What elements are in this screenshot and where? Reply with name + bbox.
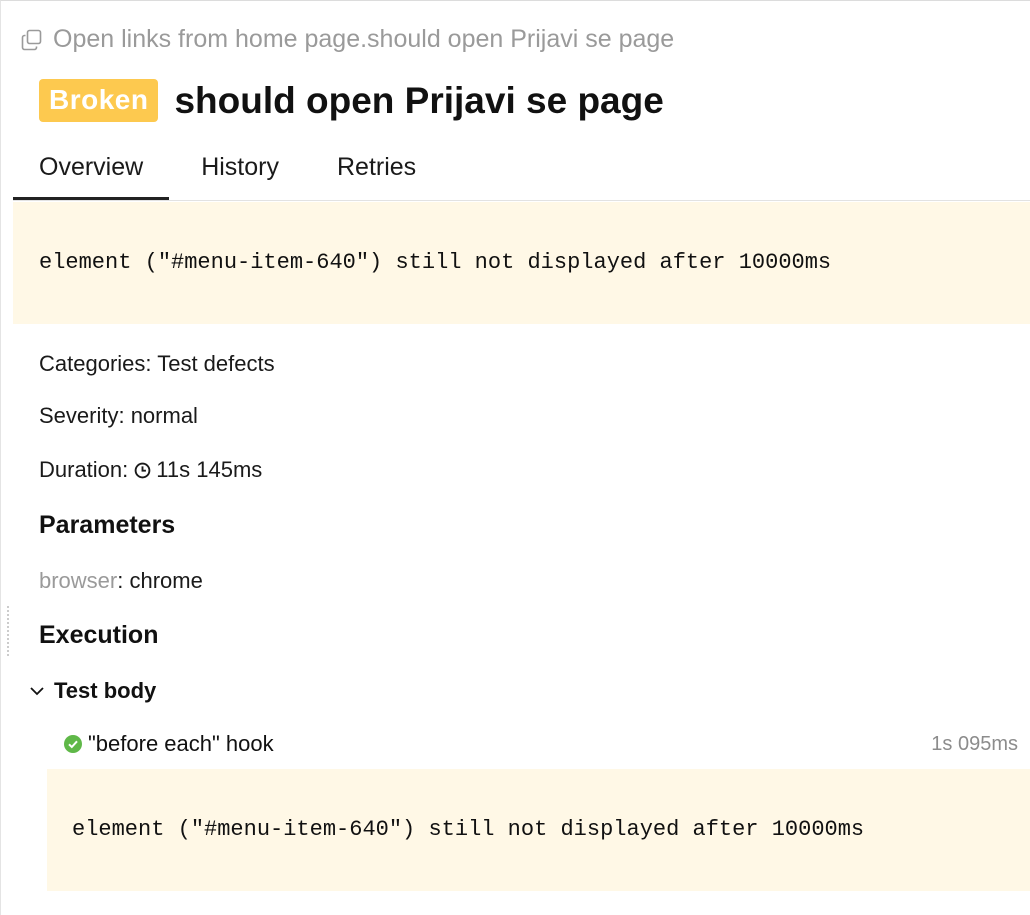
status-badge: Broken — [39, 79, 159, 122]
check-circle-icon — [64, 735, 82, 753]
step-error-message-text: element ("#menu-item-640") still not dis… — [72, 817, 865, 842]
step-name[interactable]: "before each" hook — [88, 731, 274, 757]
duration-value: 11s 145ms — [156, 457, 263, 482]
clock-icon — [134, 462, 151, 478]
tab-history[interactable]: History — [169, 137, 307, 200]
severity-line: Severity: normal — [39, 403, 198, 429]
error-message-box: element ("#menu-item-640") still not dis… — [13, 202, 1030, 324]
duration-line: Duration: 11s 145ms — [39, 457, 262, 483]
test-result-pane: Open links from home page.should open Pr… — [0, 0, 1030, 915]
parameter-row: browser: chrome — [39, 568, 203, 594]
parameters-heading: Parameters — [39, 511, 176, 539]
execution-heading: Execution — [39, 621, 159, 649]
breadcrumb-text[interactable]: Open links from home page.should open Pr… — [53, 25, 674, 54]
parameter-name: browser — [39, 568, 118, 593]
chevron-down-icon[interactable] — [29, 683, 45, 699]
pane-resize-handle[interactable] — [7, 605, 9, 657]
test-title-row: Broken should open Prijavi se page — [39, 79, 664, 122]
breadcrumb[interactable]: Open links from home page.should open Pr… — [21, 25, 674, 54]
tab-overview[interactable]: Overview — [13, 137, 170, 200]
categories-line: Categories: Test defects — [39, 351, 275, 377]
step-duration: 1s 095ms — [931, 732, 1018, 755]
duration-label: Duration: — [39, 457, 129, 482]
step-row[interactable]: "before each" hook 1s 095ms — [64, 730, 1018, 758]
severity-text: Severity: normal — [39, 403, 198, 428]
step-group-test-body[interactable]: Test body — [29, 678, 156, 704]
step-group-label[interactable]: Test body — [54, 678, 156, 704]
error-message-text: element ("#menu-item-640") still not dis… — [39, 250, 832, 275]
parameter-value: chrome — [129, 568, 203, 593]
tab-retries[interactable]: Retries — [307, 137, 442, 200]
step-error-message-box: element ("#menu-item-640") still not dis… — [47, 769, 1030, 891]
tab-bar: Overview History Retries — [13, 137, 1030, 201]
copy-icon[interactable] — [21, 29, 43, 51]
parameter-separator: : — [117, 568, 130, 593]
categories-text: Categories: Test defects — [39, 351, 275, 376]
page-title: should open Prijavi se page — [174, 79, 664, 121]
